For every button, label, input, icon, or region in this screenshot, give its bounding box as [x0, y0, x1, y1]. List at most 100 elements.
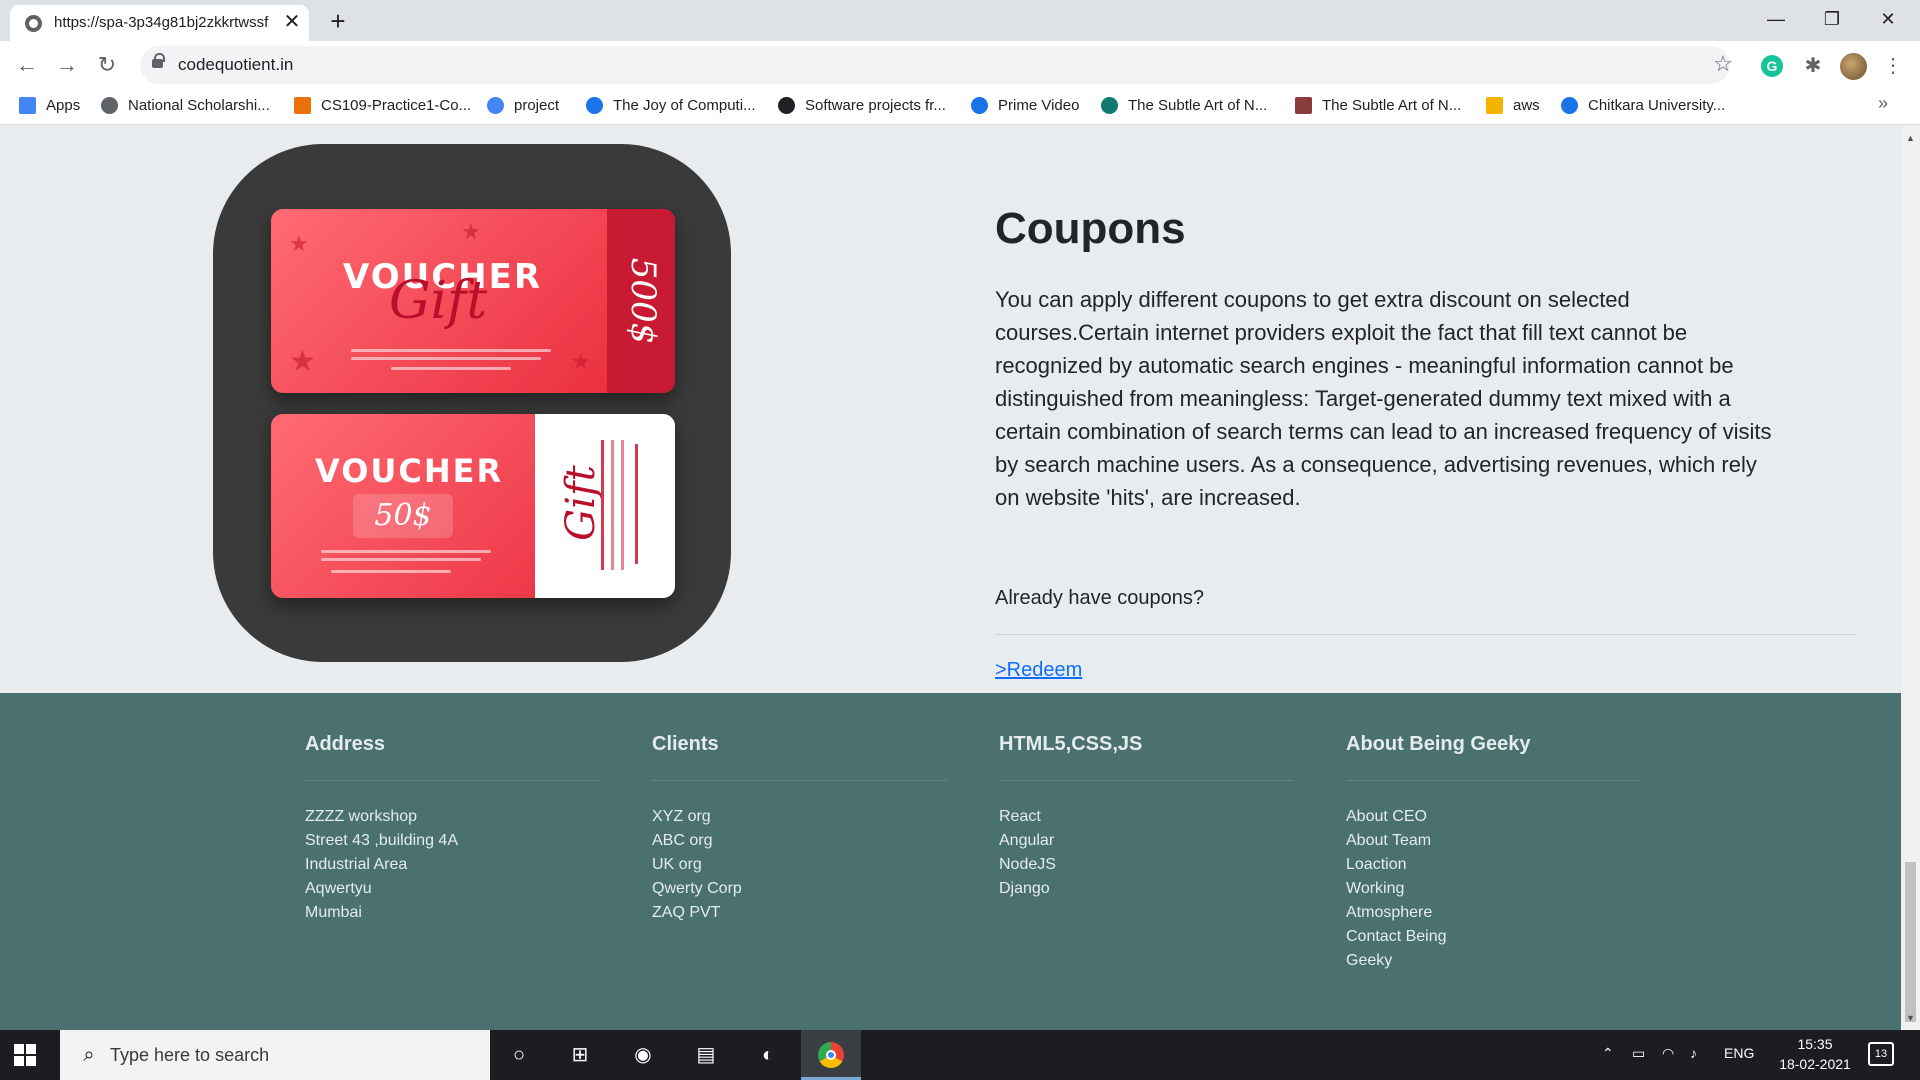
grammarly-extension-icon[interactable]: G — [1761, 55, 1783, 77]
forward-button[interactable]: → — [52, 50, 82, 80]
notifications-icon[interactable]: 13 — [1868, 1042, 1894, 1066]
footer-item[interactable]: About Team — [1346, 829, 1641, 853]
close-window-button[interactable]: ✕ — [1860, 0, 1916, 38]
lock-icon[interactable] — [152, 53, 165, 68]
bookmark-project[interactable]: project — [487, 89, 559, 121]
footer-item[interactable]: Working — [1346, 877, 1641, 901]
url-text[interactable]: codequotient.in — [178, 55, 293, 75]
google-icon — [487, 96, 504, 114]
new-tab-button[interactable]: + — [323, 6, 353, 36]
browser-tab[interactable]: https://spa-3p34g81bj2zkkrtwssf ✕ — [10, 5, 309, 41]
voucher-script: Gift — [557, 465, 604, 541]
bookmark-prime-video[interactable]: Prime Video — [971, 89, 1079, 121]
bookmark-subtle-art-1[interactable]: The Subtle Art of N... — [1101, 89, 1267, 121]
footer-item[interactable]: React — [999, 805, 1294, 829]
windows-taskbar: ⌕ Type here to search ○ ⊞ ◉ ▤ ◐ ⌃ ▭ ◠ ♪ … — [0, 1030, 1920, 1080]
scrollbar-thumb[interactable] — [1905, 862, 1916, 1022]
eclipse-app-icon[interactable]: ◉ — [618, 1035, 668, 1075]
footer-item: Aqwertyu — [305, 880, 372, 897]
back-button[interactable]: ← — [12, 50, 42, 80]
bookmark-label: The Subtle Art of N... — [1322, 96, 1462, 114]
footer-item[interactable]: ABC org — [652, 829, 947, 853]
browser-toolbar: ← → ↻ codequotient.in ☆ G ✱ ⋮ — [0, 41, 1920, 89]
clock-date: 18-02-2021 — [1779, 1056, 1851, 1072]
bookmarks-overflow-icon[interactable]: » — [1878, 93, 1888, 114]
voucher-amount: 50$ — [353, 494, 453, 538]
file-explorer-icon[interactable]: ▤ — [681, 1035, 731, 1075]
d-icon — [778, 96, 795, 114]
tab-title: https://spa-3p34g81bj2zkkrtwssf — [54, 14, 269, 31]
bookmark-label: National Scholarshi... — [128, 96, 270, 114]
volume-icon[interactable]: ♪ — [1690, 1045, 1697, 1061]
profile-avatar[interactable] — [1840, 53, 1867, 80]
footer-item[interactable]: Angular — [999, 829, 1294, 853]
show-hidden-icons-icon[interactable]: ⌃ — [1602, 1045, 1614, 1062]
footer-item[interactable]: Loaction — [1346, 853, 1641, 877]
minimize-button[interactable]: — — [1748, 0, 1804, 38]
windows-start-icon[interactable] — [14, 1044, 36, 1066]
language-indicator[interactable]: ENG — [1724, 1045, 1754, 1061]
footer-column-about: About Being Geeky About CEO About Team L… — [1346, 733, 1641, 973]
bookmark-national-scholarship[interactable]: National Scholarshi... — [101, 89, 270, 121]
wifi-icon[interactable]: ◠ — [1662, 1045, 1674, 1062]
page-scrollbar[interactable]: ▲ ▼ — [1901, 126, 1920, 1030]
bookmark-star-icon[interactable]: ☆ — [1710, 50, 1736, 78]
cortana-icon[interactable]: ○ — [494, 1035, 544, 1075]
footer-divider — [652, 780, 947, 781]
bookmark-subtle-art-2[interactable]: The Subtle Art of N... — [1295, 89, 1461, 121]
scroll-down-arrow-icon[interactable]: ▼ — [1901, 1010, 1920, 1027]
bookmarks-bar: Apps National Scholarshi... CS109-Practi… — [0, 89, 1920, 125]
bookmark-label: Prime Video — [998, 96, 1080, 114]
bookmark-label: Software projects fr... — [805, 96, 946, 114]
bookmark-label: The Subtle Art of N... — [1128, 96, 1268, 114]
site-footer: Address ZZZZ workshop Street 43 ,buildin… — [0, 693, 1901, 1030]
footer-item[interactable]: About CEO — [1346, 805, 1641, 829]
chrome-app-active[interactable] — [801, 1030, 861, 1080]
c-icon — [1561, 96, 1578, 114]
footer-item[interactable]: Qwerty Corp — [652, 877, 947, 901]
footer-item[interactable]: UK org — [652, 853, 947, 877]
bookmark-label: CS109-Practice1-Co... — [321, 96, 472, 114]
system-clock[interactable]: 15:35 18-02-2021 — [1760, 1034, 1870, 1074]
bookmark-software-projects[interactable]: Software projects fr... — [778, 89, 946, 121]
bookmark-chitkara[interactable]: Chitkara University... — [1561, 89, 1725, 121]
task-view-icon[interactable]: ⊞ — [555, 1035, 605, 1075]
globe-icon — [1101, 96, 1118, 114]
cq-icon — [294, 96, 311, 114]
footer-divider — [305, 780, 600, 781]
footer-divider — [999, 780, 1294, 781]
footer-item[interactable]: ZAQ PVT — [652, 901, 947, 925]
reload-button[interactable]: ↻ — [92, 50, 122, 80]
voucher-script: Gift — [389, 271, 488, 331]
restore-button[interactable]: ❐ — [1804, 0, 1860, 38]
footer-column-tech: HTML5,CSS,JS React Angular NodeJS Django — [999, 733, 1294, 901]
bookmark-joy-of-computing[interactable]: The Joy of Computi... — [586, 89, 756, 121]
gift-voucher-top: ★ ★ ★ ★ VOUCHER Gift 500$ — [271, 209, 675, 393]
footer-item: Street 43 ,building 4A — [305, 832, 458, 849]
bookmark-aws[interactable]: aws — [1486, 89, 1540, 121]
footer-divider — [1346, 780, 1641, 781]
bookmark-apps[interactable]: Apps — [19, 89, 80, 121]
footer-item[interactable]: XYZ org — [652, 805, 947, 829]
footer-item[interactable]: Django — [999, 877, 1294, 901]
taskbar-search-box[interactable]: ⌕ Type here to search — [60, 1030, 490, 1080]
scroll-up-arrow-icon[interactable]: ▲ — [1901, 130, 1920, 147]
address-bar[interactable] — [140, 46, 1730, 84]
close-tab-icon[interactable]: ✕ — [282, 12, 302, 32]
footer-item[interactable]: Atmosphere — [1346, 901, 1641, 925]
battery-icon[interactable]: ▭ — [1632, 1045, 1645, 1062]
globe-icon — [25, 15, 42, 32]
voucher-amount: 500$ — [623, 257, 663, 345]
footer-column-address: Address ZZZZ workshop Street 43 ,buildin… — [305, 733, 600, 925]
edge-browser-icon[interactable]: ◐ — [743, 1035, 793, 1075]
footer-column-clients: Clients XYZ org ABC org UK org Qwerty Co… — [652, 733, 947, 925]
bookmark-cs109[interactable]: CS109-Practice1-Co... — [294, 89, 471, 121]
footer-item[interactable]: Contact Being — [1346, 925, 1641, 949]
footer-item[interactable]: Geeky — [1346, 949, 1641, 973]
redeem-link[interactable]: >Redeem — [995, 659, 1082, 682]
footer-item[interactable]: NodeJS — [999, 853, 1294, 877]
browser-menu-icon[interactable]: ⋮ — [1880, 51, 1906, 81]
footer-item: ZZZZ workshop — [305, 808, 418, 825]
bookmark-label: project — [514, 96, 560, 114]
extensions-puzzle-icon[interactable]: ✱ — [1800, 53, 1826, 79]
